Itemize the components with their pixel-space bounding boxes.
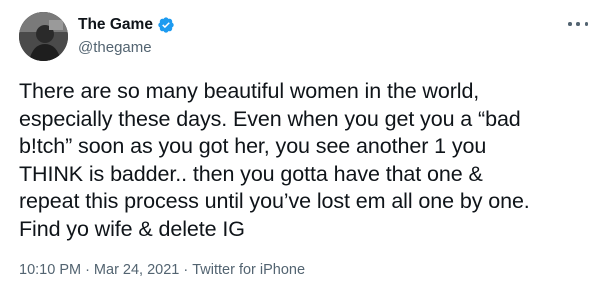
tweet-time[interactable]: 10:10 PM (19, 262, 81, 278)
tweet-header: The Game @thegame (19, 12, 588, 64)
dot (576, 22, 580, 26)
avatar-photo-icon (19, 12, 68, 61)
tweet-date[interactable]: Mar 24, 2021 (94, 262, 179, 278)
tweet-meta: 10:10 PM · Mar 24, 2021 · Twitter for iP… (19, 262, 305, 278)
verified-badge-icon (157, 16, 175, 34)
meta-separator: · (183, 262, 189, 278)
more-options-icon[interactable] (568, 16, 588, 32)
dot (568, 22, 572, 26)
tweet-card: The Game @thegame There are so many beau… (0, 0, 607, 292)
display-name[interactable]: The Game (78, 16, 153, 34)
author-info: The Game @thegame (78, 14, 175, 56)
user-handle[interactable]: @thegame (78, 39, 175, 56)
meta-separator: · (85, 262, 90, 278)
tweet-source[interactable]: Twitter for iPhone (192, 262, 305, 278)
name-row: The Game (78, 14, 175, 36)
tweet-text: There are so many beautiful women in the… (19, 79, 530, 241)
dot (584, 22, 588, 26)
avatar[interactable] (19, 12, 68, 61)
